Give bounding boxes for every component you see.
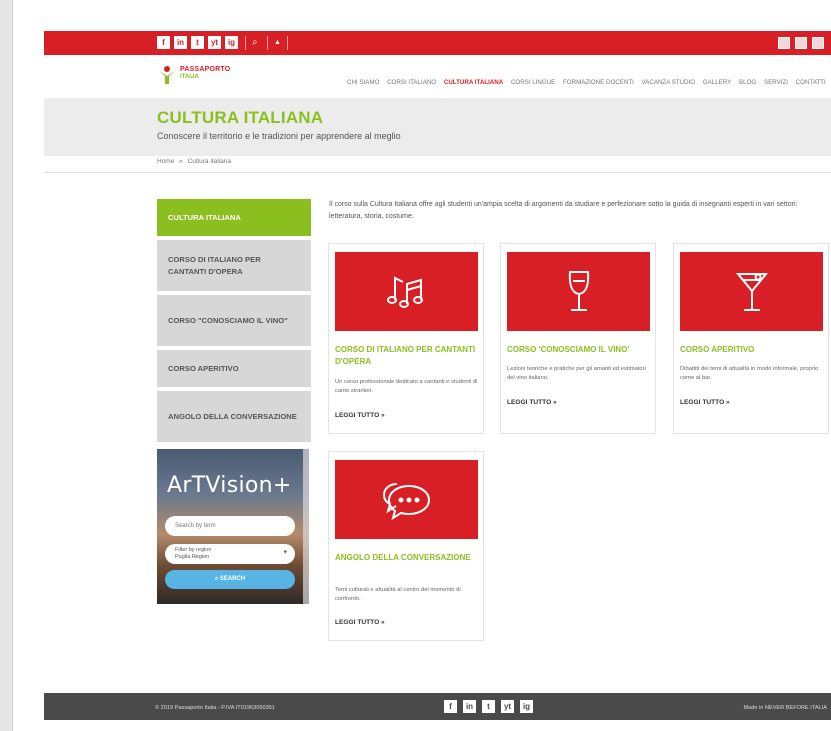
nav-item-chi-siamo[interactable]: CHI SIAMO <box>347 79 379 86</box>
artvision-widget: ArTVision+ Search by term Filter by regi… <box>157 449 309 604</box>
card-description: Temi culturali e attualità al centro del… <box>335 587 461 602</box>
page-title: CULTURA ITALIANA <box>157 108 324 127</box>
gutter-divider <box>12 0 13 731</box>
breadcrumb-separator: » <box>179 158 183 165</box>
topbar-divider <box>287 36 288 50</box>
facebook-icon[interactable]: f <box>157 36 170 49</box>
read-more-link[interactable]: LEGGI TUTTO » <box>507 399 557 406</box>
main-nav: CHI SIAMO CORSI ITALIANO CULTURA ITALIAN… <box>347 79 831 91</box>
course-card: CORSO APERITIVO Dibattiti dei temi di at… <box>673 243 829 434</box>
nav-item-gallery[interactable]: GALLERY <box>703 79 731 86</box>
twitter-icon[interactable]: t <box>482 700 495 713</box>
read-more-link[interactable]: LEGGI TUTTO » <box>335 619 385 626</box>
browser-left-gutter <box>0 0 12 731</box>
language-flag-it[interactable] <box>778 37 790 49</box>
language-flag-en[interactable] <box>795 37 807 49</box>
logo-subtitle: ITALIA <box>180 74 199 80</box>
page-subtitle: Conoscere il territorio e le tradizioni … <box>157 131 401 141</box>
region-select-label: Filter by region <box>175 547 212 553</box>
card-title[interactable]: CORSO APERITIVO <box>680 344 824 356</box>
artvision-region-select[interactable]: Filter by region Puglia Region ▾ <box>165 544 295 564</box>
instagram-icon[interactable]: ig <box>225 36 238 49</box>
search-icon[interactable]: ⌕ <box>252 35 258 50</box>
card-image[interactable] <box>680 252 823 331</box>
nav-item-cultura-italiana[interactable]: CULTURA ITALIANA <box>444 79 503 86</box>
artvision-search-input[interactable]: Search by term <box>165 516 295 536</box>
facebook-icon[interactable]: f <box>444 700 457 713</box>
nav-item-formazione-docenti[interactable]: FORMAZIONE DOCENTI <box>563 79 634 86</box>
course-card: CORSO 'CONOSCIAMO IL VINO' Lezioni teori… <box>500 243 656 434</box>
artvision-search-button[interactable]: ⌕ SEARCH <box>165 570 295 589</box>
nav-item-vacanza-studio[interactable]: VACANZA STUDIO <box>642 79 696 86</box>
nav-item-blog[interactable]: BLOG <box>739 79 756 86</box>
card-image[interactable] <box>335 460 478 539</box>
language-flag-ru[interactable] <box>812 37 824 49</box>
card-title[interactable]: CORSO DI ITALIANO PER CANTANTI D'OPERA <box>335 344 479 368</box>
sidebar-item-cultura-italiana[interactable]: CULTURA ITALIANA <box>157 199 311 236</box>
card-title[interactable]: CORSO 'CONOSCIAMO IL VINO' <box>507 344 651 356</box>
footer-copyright: © 2019 Passaporto Italia - P.IVA IT01963… <box>155 705 275 711</box>
topbar-divider <box>267 36 268 50</box>
breadcrumb-home[interactable]: Home <box>157 158 174 165</box>
linkedin-icon[interactable]: in <box>174 36 187 49</box>
scrollbar[interactable] <box>303 449 309 604</box>
page: f in t yt ig ⌕ ▲ PASSAPORTO ITALIA CHI S… <box>0 0 831 731</box>
card-title[interactable]: ANGOLO DELLA CONVERSAZIONE <box>335 552 479 564</box>
nav-item-corsi-lingue[interactable]: CORSI LINGUE <box>511 79 555 86</box>
youtube-icon[interactable]: yt <box>208 36 221 49</box>
course-card: CORSO DI ITALIANO PER CANTANTI D'OPERA U… <box>328 243 484 434</box>
chevron-down-icon: ▾ <box>283 549 287 556</box>
card-image[interactable] <box>335 252 478 331</box>
topbar-divider <box>245 36 246 50</box>
card-image[interactable] <box>507 252 650 331</box>
card-description: Dibattiti dei temi di attualità in modo … <box>680 366 819 381</box>
youtube-icon[interactable]: yt <box>501 700 514 713</box>
wine-glass-icon <box>568 270 589 311</box>
card-description: Lezioni teoriche e pratiche per gli aman… <box>507 366 646 381</box>
breadcrumb-current: Cultura italiana <box>187 158 231 165</box>
nav-item-servizi[interactable]: SERVIZI <box>764 79 788 86</box>
sidebar-item-conversazione[interactable]: ANGOLO DELLA CONVERSAZIONE <box>157 391 311 442</box>
user-icon[interactable]: ▲ <box>274 35 281 50</box>
card-description: Un corso professionale dedicato a cantan… <box>335 379 478 394</box>
read-more-link[interactable]: LEGGI TUTTO » <box>680 399 730 406</box>
region-select-value: Puglia Region <box>175 554 210 560</box>
logo-icon[interactable] <box>157 65 177 85</box>
sidebar-item-conosciamo-vino[interactable]: CORSO "CONOSCIAMO IL VINO" <box>157 295 311 346</box>
sidebar-item-aperitivo[interactable]: CORSO APERITIVO <box>157 350 311 387</box>
instagram-icon[interactable]: ig <box>520 700 533 713</box>
sidebar-item-cantanti-opera[interactable]: CORSO DI ITALIANO PER CANTANTI D'OPERA <box>157 240 311 291</box>
footer-made-by[interactable]: Made in NEVER BEFORE ITALIA <box>743 705 827 711</box>
cocktail-glass-icon <box>735 272 768 311</box>
linkedin-icon[interactable]: in <box>463 700 476 713</box>
music-notes-icon <box>386 275 423 308</box>
nav-item-corsi-italiano[interactable]: CORSI ITALIANO <box>387 79 436 86</box>
nav-item-contatti[interactable]: CONTATTI <box>796 79 826 86</box>
search-button-label: SEARCH <box>219 576 246 582</box>
breadcrumb: Home » Cultura italiana <box>157 158 231 165</box>
twitter-icon[interactable]: t <box>191 36 204 49</box>
intro-text: Il corso sulla Cultura Italiana offre ag… <box>329 201 798 220</box>
logo-title[interactable]: PASSAPORTO <box>180 66 230 73</box>
speech-bubbles-icon <box>382 482 430 520</box>
course-card: ANGOLO DELLA CONVERSAZIONE Temi cultural… <box>328 451 484 641</box>
artvision-logo: ArTVision+ <box>167 473 292 498</box>
divider <box>44 172 831 173</box>
read-more-link[interactable]: LEGGI TUTTO » <box>335 412 385 419</box>
